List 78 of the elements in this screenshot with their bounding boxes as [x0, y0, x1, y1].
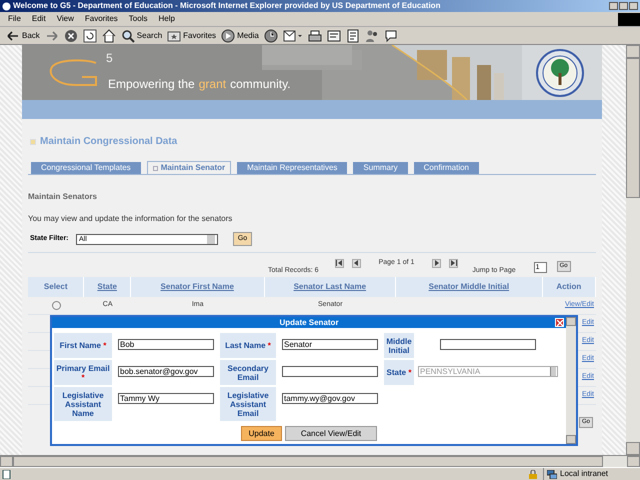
favorites-button[interactable]: Favorites — [167, 28, 216, 42]
lock-icon — [529, 470, 537, 478]
logo-superscript: 5 — [106, 50, 113, 67]
vertical-scrollbar[interactable] — [626, 45, 640, 455]
menu-item[interactable]: Edit — [32, 13, 46, 25]
logo-arc-icon — [48, 59, 100, 87]
bullet-icon — [30, 138, 36, 144]
restore-button[interactable] — [619, 2, 628, 10]
globe-clock-icon[interactable] — [264, 28, 278, 42]
field-label: State * — [384, 360, 414, 385]
window-title: Welcome to G5 - Department of Education - Microsoft Internet Explorer provided by US Department of Education — [13, 2, 440, 10]
dialog-scrollbar[interactable] — [566, 317, 576, 444]
text-field[interactable]: Senator — [282, 339, 378, 350]
dialog-title: Update Senator — [279, 318, 339, 326]
seal-icon — [534, 49, 586, 97]
media-icon — [221, 28, 236, 42]
forward-arrow-icon[interactable] — [44, 28, 59, 42]
search-icon — [120, 28, 135, 42]
stop-icon[interactable] — [64, 28, 78, 42]
column-header[interactable]: Senator Last Name — [264, 277, 396, 297]
tagline-highlight: grant — [198, 76, 226, 93]
radio-button[interactable] — [52, 301, 61, 310]
column-header: Action — [542, 277, 596, 297]
field-label: Secondary Email — [220, 360, 276, 385]
document-icon[interactable] — [346, 28, 360, 42]
column-header[interactable]: State — [84, 277, 131, 297]
cancel-button[interactable]: Cancel View/Edit — [285, 426, 377, 441]
horizontal-scrollbar[interactable] — [0, 455, 640, 467]
field-label: Legislative Assistant Name — [54, 387, 112, 421]
menu-item[interactable]: Tools — [128, 13, 148, 25]
tagline: Empowering the — [108, 76, 195, 93]
menu-item[interactable]: Favorites — [84, 13, 118, 25]
home-icon[interactable] — [102, 28, 116, 42]
intro-text: You may view and update the information for the senators — [28, 213, 234, 225]
speech-bubble-icon[interactable] — [384, 28, 398, 42]
refresh-icon[interactable] — [82, 28, 97, 42]
minimize-button[interactable] — [609, 2, 618, 10]
column-header[interactable]: Senator Middle Initial — [396, 277, 543, 297]
next-page-button[interactable] — [432, 258, 442, 268]
text-field[interactable] — [282, 366, 378, 377]
security-zone: Local intranet — [560, 468, 608, 480]
section-title: Maintain Senators — [28, 191, 98, 203]
last-page-button[interactable] — [449, 258, 458, 268]
text-field[interactable]: Tammy Wy — [118, 393, 214, 404]
previous-page-button[interactable] — [352, 258, 361, 268]
printer-icon[interactable] — [308, 28, 322, 42]
page-icon — [2, 470, 11, 478]
menu-item[interactable]: Help — [158, 13, 175, 25]
square-icon — [152, 166, 158, 170]
field-label: Last Name * — [220, 333, 276, 358]
search-button[interactable]: Search — [120, 28, 162, 42]
column-header: Select — [28, 277, 84, 297]
tagline-end: community. — [230, 76, 291, 93]
browser-icon — [2, 2, 11, 10]
tab[interactable]: Maintain Senator — [146, 161, 232, 174]
document-edit-icon[interactable] — [326, 28, 341, 42]
media-button[interactable]: Media — [221, 28, 259, 42]
people-icon[interactable] — [364, 28, 379, 42]
field-label: Middle Initial — [384, 333, 414, 358]
back-button[interactable]: Back — [6, 28, 40, 42]
update-button[interactable]: Update — [241, 426, 282, 441]
menu-item[interactable]: View — [56, 13, 74, 25]
close-button[interactable] — [629, 2, 638, 10]
field-label: Primary Email * — [54, 360, 112, 385]
back-arrow-icon — [6, 28, 20, 42]
column-header[interactable]: Senator First Name — [130, 277, 264, 297]
text-field[interactable]: bob.senator@gov.gov — [118, 366, 214, 377]
text-field[interactable]: Bob — [118, 339, 214, 350]
field-label: First Name * — [54, 333, 112, 358]
network-icon — [547, 470, 557, 478]
menu-item[interactable]: File — [8, 13, 21, 25]
first-page-button[interactable] — [334, 258, 344, 268]
mail-icon[interactable] — [282, 28, 303, 42]
text-field[interactable]: tammy.wy@gov.gov — [282, 393, 378, 404]
field-label: Legislative Assistant Email — [220, 387, 276, 421]
page-title: Maintain Congressional Data — [40, 135, 178, 149]
close-icon — [556, 320, 562, 326]
text-field[interactable] — [440, 339, 536, 350]
